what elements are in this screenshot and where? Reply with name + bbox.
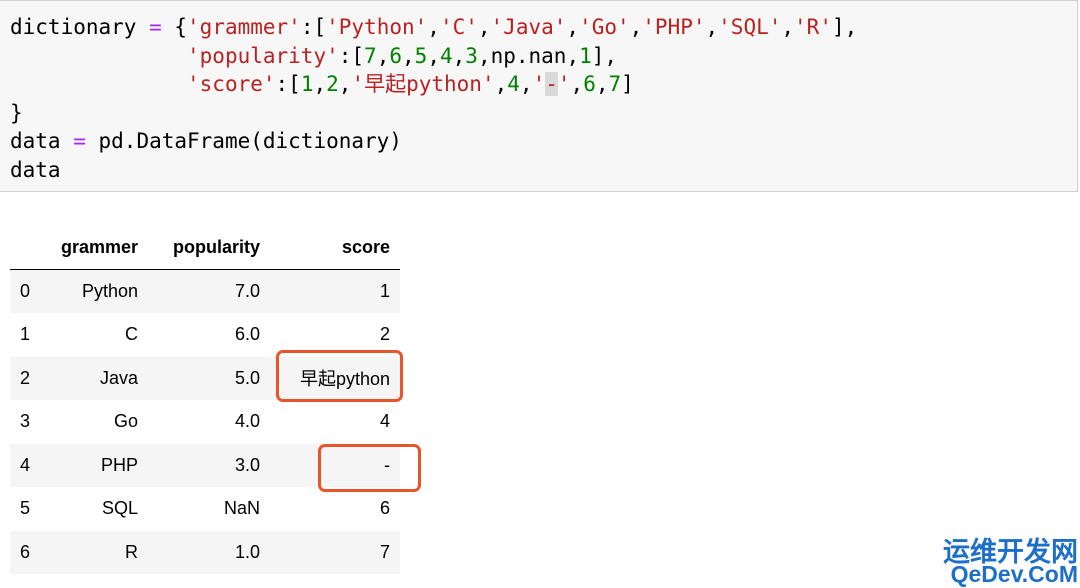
- column-header-popularity: popularity: [148, 226, 270, 270]
- highlight-box-string-value: [276, 350, 403, 402]
- cell-popularity: 4.0: [234, 411, 260, 432]
- row-index: 0: [20, 281, 31, 301]
- table-header-row: grammer popularity score: [10, 226, 400, 270]
- cell-popularity: 6.0: [234, 324, 260, 345]
- code-line-4: }: [10, 100, 23, 125]
- cell-score: 6: [379, 498, 390, 519]
- cell-grammer: SQL: [101, 498, 138, 519]
- row-index: 5: [20, 498, 31, 519]
- code-line-2: 'popularity':[7,6,5,4,3,np.nan,1],: [187, 43, 618, 68]
- cell-grammer: R: [125, 541, 138, 562]
- code-line-5: data = pd.DataFrame(dictionary): [10, 129, 402, 153]
- cell-popularity: 5.0: [234, 367, 260, 388]
- cell-grammer: Go: [113, 411, 138, 432]
- table-row: 3 Go 4.0 4: [10, 400, 400, 444]
- table-row: 5 SQL NaN 6: [10, 487, 400, 531]
- row-index: 6: [20, 541, 31, 562]
- code-cell[interactable]: dictionary = {'grammer':['Python','C','J…: [0, 0, 1078, 192]
- cell-popularity: 7.0: [234, 281, 260, 301]
- row-index: 4: [20, 454, 31, 475]
- cell-grammer: Java: [99, 367, 138, 388]
- watermark-domain: QeDev.CoM: [950, 561, 1078, 587]
- cell-grammer: Python: [81, 281, 138, 301]
- code-line-6: data: [10, 157, 61, 182]
- highlight-box-dash-value: [318, 444, 421, 492]
- cell-popularity: 3.0: [234, 454, 260, 475]
- cell-grammer: C: [125, 324, 138, 345]
- table-row: 0 Python 7.0 1: [10, 269, 400, 313]
- cell-score: 1: [379, 281, 390, 301]
- code-editor[interactable]: dictionary = {'grammer':['Python','C','J…: [10, 13, 857, 184]
- row-index: 2: [20, 367, 31, 388]
- row-index: 3: [20, 411, 31, 432]
- column-header-grammer: grammer: [50, 226, 148, 270]
- cell-popularity: NaN: [223, 498, 260, 519]
- cell-grammer: PHP: [100, 454, 138, 475]
- table-row: 6 R 1.0 7: [10, 530, 400, 574]
- code-line-1: dictionary = {'grammer':['Python','C','J…: [10, 15, 858, 39]
- code-line-3: 'score':[1,2,'早起python',4,'-',6,7]: [187, 72, 634, 96]
- column-header-score: score: [270, 226, 400, 270]
- cell-score: 7: [379, 541, 390, 562]
- row-index: 1: [20, 324, 31, 345]
- cursor-highlight: -: [545, 72, 558, 96]
- index-header: [10, 226, 50, 270]
- cell-score: 4: [379, 411, 390, 432]
- cell-popularity: 1.0: [234, 541, 260, 562]
